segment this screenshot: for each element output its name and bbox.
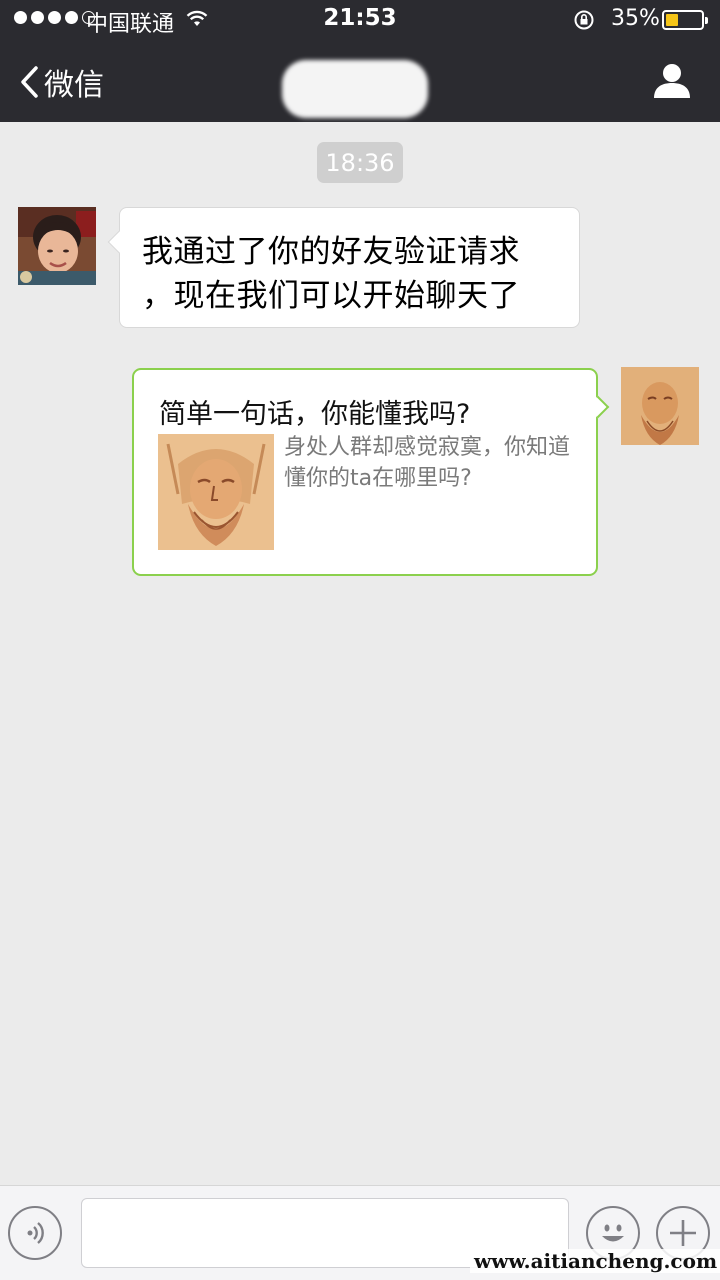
status-bar: 中国联通 21:53 35% xyxy=(0,0,720,40)
watermark-text: www.aitiancheng.com xyxy=(470,1249,720,1273)
outgoing-link-card[interactable]: 简单一句话，你能懂我吗? 身处人群却感觉寂寞，你知道懂你的ta在哪里吗? xyxy=(132,368,610,576)
message-text-line: ，现在我们可以开始聊天了 xyxy=(142,278,520,314)
chevron-left-icon xyxy=(21,66,38,98)
voice-icon xyxy=(27,1222,44,1244)
incoming-message-bubble[interactable]: 我通过了你的好友验证请求 ，现在我们可以开始聊天了 xyxy=(107,207,580,328)
link-card-description: 身处人群却感觉寂寞，你知道懂你的ta在哪里吗? xyxy=(284,435,571,491)
battery-icon xyxy=(662,10,708,30)
back-label: 微信 xyxy=(44,68,104,103)
voice-button[interactable] xyxy=(8,1206,62,1260)
link-card-title: 简单一句话，你能懂我吗? xyxy=(159,399,471,430)
back-button[interactable]: 微信 xyxy=(18,60,104,104)
emoji-icon xyxy=(602,1224,624,1242)
redacted-contact-name xyxy=(282,60,428,118)
contact-avatar[interactable] xyxy=(18,207,96,285)
link-card-thumbnail xyxy=(158,434,274,550)
contact-profile-button[interactable] xyxy=(652,62,692,104)
my-avatar[interactable] xyxy=(621,367,699,445)
person-icon xyxy=(654,64,690,98)
top-bar: 中国联通 21:53 35% 微信 xyxy=(0,0,720,122)
battery-percent: 35% xyxy=(611,6,660,31)
message-text-line: 我通过了你的好友验证请求 xyxy=(142,234,520,270)
chat-timestamp: 18:36 xyxy=(317,142,403,183)
rotation-lock-icon xyxy=(573,9,595,37)
plus-icon xyxy=(670,1220,696,1246)
